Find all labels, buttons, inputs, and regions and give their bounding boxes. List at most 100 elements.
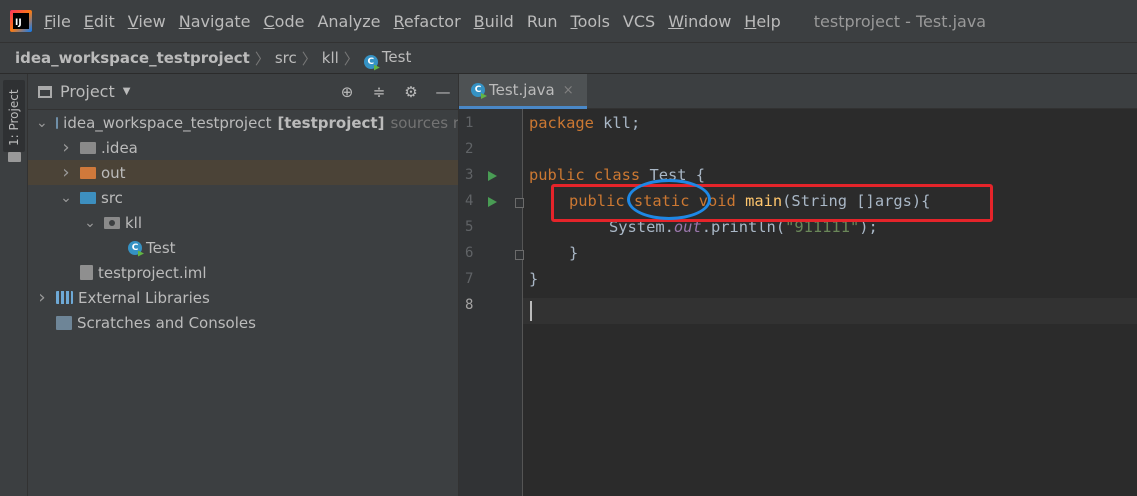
menu-label: efactor (403, 11, 461, 31)
annotation-red-box (551, 184, 993, 222)
annotation-blue-ellipse (627, 179, 711, 220)
chevron-right-icon[interactable]: › (60, 137, 72, 158)
chevron-right-icon[interactable]: › (60, 162, 72, 183)
keyword: public class (529, 166, 641, 184)
close-icon[interactable]: × (563, 83, 574, 98)
menu-mnemonic: E (83, 11, 94, 31)
tree-item[interactable]: ⌄ idea_workspace_testproject [testproject]… (28, 110, 458, 135)
menu-label: ode (274, 11, 305, 31)
tree-item[interactable]: › out (28, 160, 458, 185)
locate-icon[interactable]: ⊕ (338, 83, 356, 101)
menu-bar: IJ File Edit View Navigate Code Analyze Refact… (0, 0, 1137, 42)
menu-run[interactable]: Run (527, 12, 558, 31)
project-tool-tab[interactable]: 1: Project (3, 80, 25, 152)
menu-edit[interactable]: Edit (84, 12, 115, 31)
tree-item-label: .idea (101, 138, 138, 157)
module-name: [testproject] (277, 113, 385, 132)
code-line-1: package kll; (529, 114, 640, 132)
menu-mnemonic: N (178, 11, 191, 31)
tree-item-label: External Libraries (78, 288, 210, 307)
breadcrumb: idea_workspace_testproject 〉 src 〉 kll 〉… (0, 42, 1137, 74)
line-number: 8 (465, 297, 474, 313)
menu-mnemonic: B (473, 11, 485, 31)
menu-analyze[interactable]: Analyze (317, 12, 380, 31)
project-tree: ⌄ idea_workspace_testproject [testproject]… (28, 110, 458, 335)
tree-item-label: kll (125, 213, 143, 232)
left-tool-strip: 1: Project (0, 74, 28, 496)
menu-mnemonic: R (393, 11, 404, 31)
breadcrumb-project[interactable]: idea_workspace_testproject (15, 49, 250, 67)
collapse-icon[interactable]: ≑ (370, 83, 388, 101)
menu-label: avigate (190, 11, 251, 31)
tab-test-java[interactable]: C Test.java × (459, 74, 587, 109)
code-line-6: } (569, 244, 579, 262)
minimize-icon[interactable]: — (434, 83, 452, 101)
tree-item[interactable]: › External Libraries (28, 285, 458, 310)
tree-item[interactable]: ⌄ src (28, 185, 458, 210)
gear-icon[interactable]: ⚙ (402, 83, 420, 101)
breadcrumb-src[interactable]: src (275, 49, 297, 67)
chevron-down-icon[interactable]: ⌄ (36, 116, 48, 130)
tree-item[interactable]: ›Scratches and Consoles (28, 310, 458, 335)
code-line-7: } (529, 270, 539, 288)
tree-item-label: Test (146, 238, 176, 257)
menu-file[interactable]: File (44, 12, 71, 31)
breadcrumb-separator: 〉 (301, 49, 317, 68)
editor-gutter[interactable]: 1 2 3 4 5 6 7 8 (459, 109, 524, 496)
tree-item-label: out (101, 163, 126, 182)
breadcrumb-test-label: Test (381, 47, 412, 66)
menu-label: ile (52, 11, 71, 31)
code-text: kll; (593, 114, 641, 132)
breadcrumb-test[interactable]: C Test (363, 47, 412, 69)
folder-icon (80, 141, 96, 154)
menu-view[interactable]: View (128, 12, 166, 31)
menu-label: Analyze (317, 11, 381, 31)
menu-build[interactable]: Build (474, 12, 514, 31)
menu-refactor[interactable]: Refactor (394, 12, 461, 31)
menu-window[interactable]: Window (668, 12, 731, 31)
breadcrumb-kll[interactable]: kll (322, 49, 339, 67)
folder-icon (8, 152, 21, 162)
menu-tools[interactable]: Tools (571, 12, 610, 31)
run-icon[interactable] (488, 171, 497, 181)
line-number: 4 (465, 193, 474, 209)
menu-items: File Edit View Navigate Code Analyze Refactor B… (44, 12, 794, 31)
tree-item[interactable]: › .idea (28, 135, 458, 160)
chevron-down-icon[interactable]: ⌄ (84, 216, 96, 230)
tree-item[interactable]: ⌄ kll (28, 210, 458, 235)
menu-mnemonic: C (263, 11, 275, 31)
menu-mnemonic: V (127, 11, 139, 31)
menu-label: VCS (622, 11, 656, 31)
window-icon (38, 85, 52, 98)
chevron-down-icon[interactable]: ▼ (123, 86, 131, 97)
project-view-selector[interactable]: Project (60, 82, 115, 101)
chevron-right-icon[interactable]: › (36, 287, 48, 308)
line-number: 7 (465, 271, 474, 287)
chevron-down-icon[interactable]: ⌄ (60, 191, 72, 205)
window-title: testproject - Test.java (813, 11, 987, 31)
tree-item-label: testproject.iml (98, 263, 207, 282)
run-icon[interactable] (488, 197, 497, 207)
menu-label: iew (138, 11, 166, 31)
menu-code[interactable]: Code (264, 12, 305, 31)
project-panel: Project ▼ ⊕ ≑ ⚙ — ⌄ idea_workspace_testpr… (28, 74, 459, 496)
code-area[interactable]: package kll; public class Test { public … (523, 109, 1137, 496)
tree-item[interactable]: ›CTest (28, 235, 458, 260)
line-number: 3 (465, 167, 474, 183)
intellij-idea-icon[interactable]: IJ (10, 10, 32, 32)
tree-item-label: Scratches and Consoles (77, 313, 256, 332)
menu-vcs[interactable]: VCS (623, 12, 655, 31)
tree-item[interactable]: ›testproject.iml (28, 260, 458, 285)
editor-tab-bar: C Test.java × (459, 74, 1137, 109)
line-number: 6 (465, 245, 474, 261)
menu-label: uild (484, 11, 514, 31)
project-panel-header: Project ▼ ⊕ ≑ ⚙ — (28, 74, 458, 110)
line-number: 5 (465, 219, 474, 235)
editor: C Test.java × 1 2 3 4 5 6 7 8 package kl… (459, 74, 1137, 496)
scratches-icon (56, 315, 72, 330)
menu-help[interactable]: Help (744, 12, 780, 31)
menu-label: ools (577, 11, 610, 31)
menu-navigate[interactable]: Navigate (179, 12, 251, 31)
line-number: 2 (465, 141, 474, 157)
tree-item-label: idea_workspace_testproject (63, 113, 272, 132)
